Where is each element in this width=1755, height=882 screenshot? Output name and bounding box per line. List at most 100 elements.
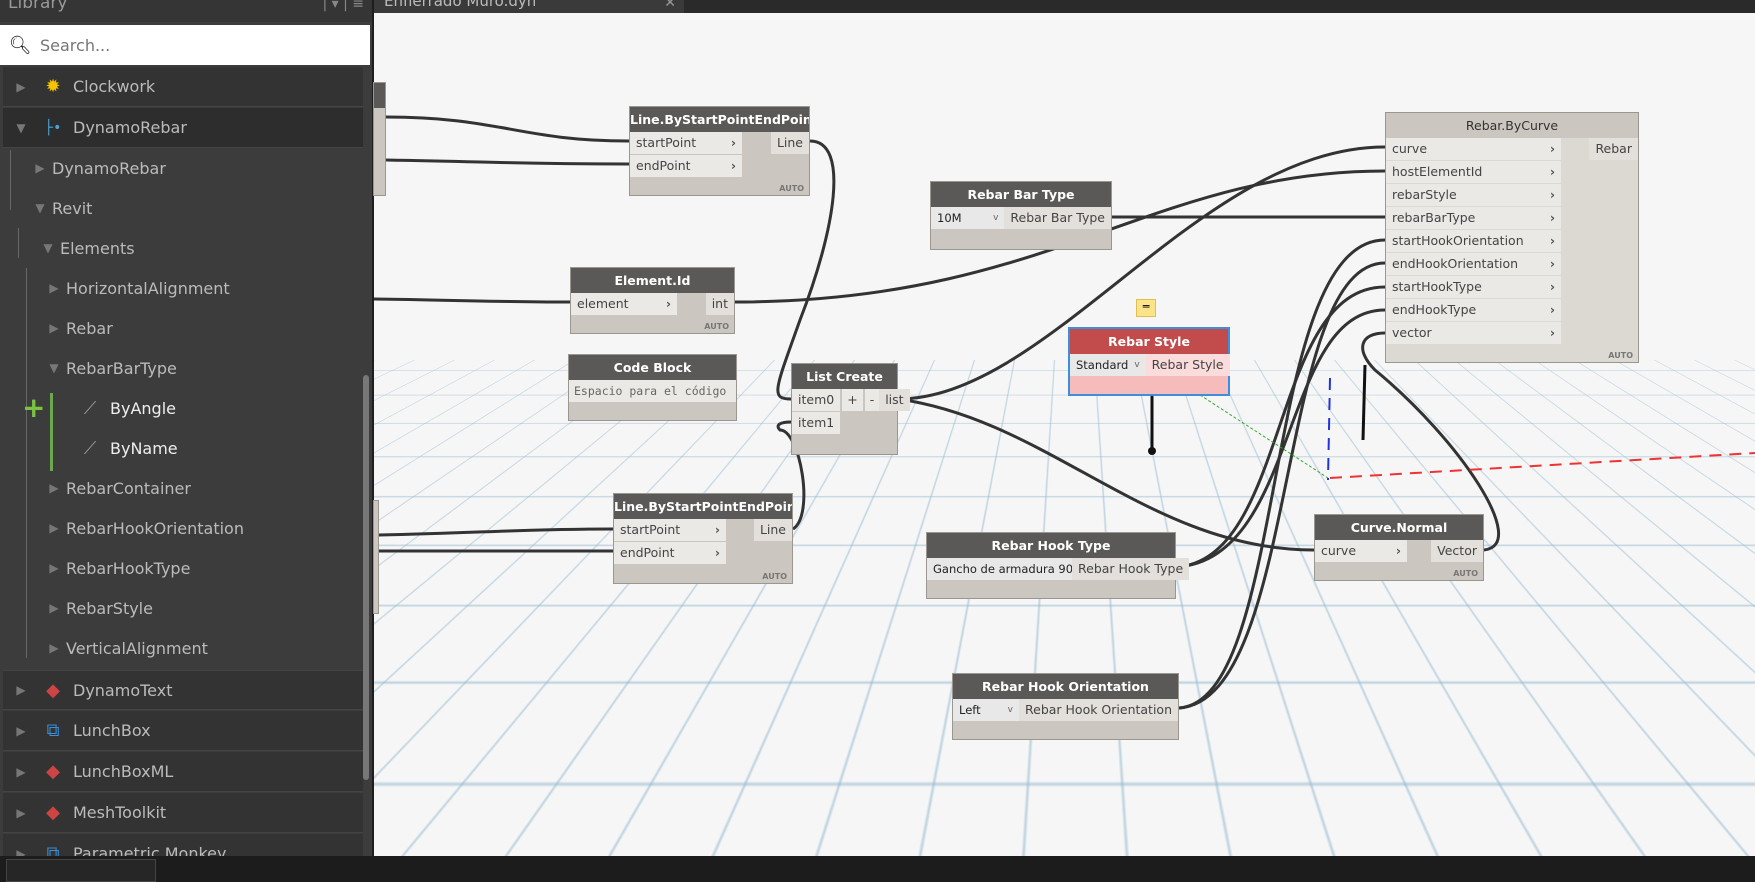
input-port-item1[interactable]: item1 xyxy=(792,412,841,434)
input-port-endpoint[interactable]: endPoint › xyxy=(614,542,726,564)
library-item-rebarhooktype[interactable]: ▶ RebarHookType xyxy=(0,548,364,588)
library-item-dynamorebar-sub[interactable]: ▶ DynamoRebar xyxy=(0,148,364,188)
library-item-rebarhookorientation[interactable]: ▶ RebarHookOrientation xyxy=(0,508,364,548)
expand-icon[interactable]: ▶ xyxy=(36,521,66,535)
node-rebar-hook-type[interactable]: Rebar Hook Type Gancho de armadura 90v R… xyxy=(926,532,1190,599)
node-title: Curve.Normal xyxy=(1315,515,1483,540)
comment-icon[interactable]: ═ xyxy=(1136,299,1156,317)
input-port-endhookorientation[interactable]: endHookOrientation › xyxy=(1386,253,1561,275)
library-item-byname[interactable]: ⟋ ByName xyxy=(0,428,364,468)
output-port-rebar-style[interactable]: Rebar Style xyxy=(1145,354,1230,376)
expand-icon[interactable]: ▶ xyxy=(36,601,66,615)
library-menu-icon[interactable]: | ▾ | ≡ xyxy=(322,0,364,11)
item-label: Revit xyxy=(52,198,93,218)
expand-icon[interactable]: ▶ xyxy=(3,724,33,738)
input-port-startpoint[interactable]: startPoint › xyxy=(630,132,742,154)
node-curve-normal[interactable]: Curve.Normal curve › Vector AUTO xyxy=(1314,514,1484,581)
collapse-icon[interactable]: ▼ xyxy=(3,121,33,135)
library-item-lunchbox[interactable]: ▶ ⧉ LunchBox xyxy=(3,711,363,751)
input-port-vector[interactable]: vector › xyxy=(1386,322,1561,344)
library-item-horizontalalignment[interactable]: ▶ HorizontalAlignment xyxy=(0,268,364,308)
library-item-dynamorebar[interactable]: ▼ ├• DynamoRebar xyxy=(3,108,363,148)
node-partial[interactable] xyxy=(373,82,386,196)
library-item-parametricmonkey[interactable]: ▶ ⧉ Parametric Monkey xyxy=(3,834,363,856)
expand-icon[interactable]: ▶ xyxy=(36,281,66,295)
node-code-block[interactable]: Code Block Espacio para el código xyxy=(568,354,737,421)
hook-type-dropdown[interactable]: Gancho de armadura 90v xyxy=(927,558,1084,580)
expand-icon[interactable]: ▶ xyxy=(36,561,66,575)
library-item-lunchboxml[interactable]: ▶ ◆ LunchBoxML xyxy=(3,752,363,792)
input-port-endhooktype[interactable]: endHookType › xyxy=(1386,299,1561,321)
library-item-rebarcontainer[interactable]: ▶ RebarContainer xyxy=(0,468,364,508)
output-port-list[interactable]: list xyxy=(879,389,910,411)
input-port-curve[interactable]: curve › xyxy=(1315,540,1407,562)
library-item-revit[interactable]: ▼ Revit xyxy=(0,188,364,228)
collapse-icon[interactable]: ▼ xyxy=(30,241,60,255)
input-port-startpoint[interactable]: startPoint › xyxy=(614,519,726,541)
dropdown-value: Gancho de armadura 90 xyxy=(933,562,1074,576)
node-rebar-bar-type[interactable]: Rebar Bar Type 10M v Rebar Bar Type xyxy=(930,181,1112,250)
library-item-rebarstyle[interactable]: ▶ RebarStyle xyxy=(0,588,364,628)
bar-type-dropdown[interactable]: 10M v xyxy=(931,207,1005,229)
rebar-style-dropdown[interactable]: Standard v xyxy=(1070,354,1146,376)
status-button[interactable] xyxy=(6,859,156,882)
collapse-icon[interactable]: ▼ xyxy=(22,201,52,215)
node-line-by-start-end-2[interactable]: Line.ByStartPointEndPoint startPoint › en… xyxy=(613,493,793,584)
port-label: rebarBarType xyxy=(1392,210,1476,225)
library-item-dynamotext[interactable]: ▶ ◆ DynamoText xyxy=(3,670,363,710)
collapse-icon[interactable]: ▼ xyxy=(36,361,66,375)
output-port-rebar[interactable]: Rebar xyxy=(1589,138,1638,160)
input-port-rebarbartype[interactable]: rebarBarType › xyxy=(1386,207,1561,229)
input-port-hostelementid[interactable]: hostElementId › xyxy=(1386,161,1561,183)
input-port-item0[interactable]: item0 xyxy=(792,389,841,411)
node-rebar-hook-orientation[interactable]: Rebar Hook Orientation Left v Rebar Hook … xyxy=(952,673,1179,740)
item-label: VerticalAlignment xyxy=(66,638,208,658)
output-port-line[interactable]: Line xyxy=(770,132,809,154)
item-label: Elements xyxy=(60,238,135,258)
expand-icon[interactable]: ▶ xyxy=(3,765,33,779)
expand-icon[interactable]: ▶ xyxy=(3,847,33,857)
input-port-endpoint[interactable]: endPoint › xyxy=(630,155,742,177)
input-port-starthooktype[interactable]: startHookType › xyxy=(1386,276,1561,298)
expand-icon[interactable]: ▶ xyxy=(3,683,33,697)
output-port-int[interactable]: int xyxy=(705,293,734,315)
node-title: Rebar.ByCurve xyxy=(1386,113,1638,138)
node-element-id[interactable]: Element.Id element › int AUTO xyxy=(570,267,735,334)
library-scrollbar[interactable] xyxy=(363,375,369,780)
node-line-by-start-end-1[interactable]: Line.ByStartPointEndPoint startPoint › en… xyxy=(629,106,810,196)
code-input[interactable]: Espacio para el código xyxy=(569,380,736,402)
library-item-verticalalignment[interactable]: ▶ VerticalAlignment xyxy=(0,628,364,668)
search-input[interactable] xyxy=(40,35,340,55)
hook-orientation-dropdown[interactable]: Left v xyxy=(953,699,1019,721)
expand-icon[interactable]: ▶ xyxy=(36,321,66,335)
expand-icon[interactable]: ▶ xyxy=(36,481,66,495)
input-port-starthookorientation[interactable]: startHookOrientation › xyxy=(1386,230,1561,252)
expand-icon[interactable]: ▶ xyxy=(22,161,52,175)
node-list-create[interactable]: List Create item0 + - item1 list xyxy=(791,363,910,455)
node-rebar-style[interactable]: Rebar Style Standard v Rebar Style xyxy=(1068,327,1230,396)
output-port-rebar-hook-orientation[interactable]: Rebar Hook Orientation xyxy=(1019,699,1178,721)
library-item-rebar[interactable]: ▶ Rebar xyxy=(0,308,364,348)
search-box[interactable]: 🔍︎ xyxy=(0,25,370,65)
library-item-byangle[interactable]: ⟋ ByAngle xyxy=(0,388,364,428)
rebar-method-icon: ⟋ xyxy=(83,397,97,419)
input-port-element[interactable]: element › xyxy=(571,293,677,315)
remove-input-button[interactable]: - xyxy=(864,389,880,411)
library-item-elements[interactable]: ▼ Elements xyxy=(0,228,364,268)
node-partial[interactable] xyxy=(373,500,379,614)
library-item-rebarbartype[interactable]: ▼ RebarBarType xyxy=(0,348,364,388)
expand-icon[interactable]: ▶ xyxy=(36,641,66,655)
output-port-vector[interactable]: Vector xyxy=(1431,540,1483,562)
library-item-meshtoolkit[interactable]: ▶ ◆ MeshToolkit xyxy=(3,793,363,833)
library-item-clockwork[interactable]: ▶ ✹ Clockwork xyxy=(3,67,363,107)
expand-icon[interactable]: ▶ xyxy=(3,80,33,94)
chevron-right-icon: › xyxy=(1549,325,1555,340)
add-input-button[interactable]: + xyxy=(842,389,863,411)
output-port-rebar-bar-type[interactable]: Rebar Bar Type xyxy=(1004,207,1111,229)
input-port-rebarstyle[interactable]: rebarStyle › xyxy=(1386,184,1561,206)
expand-icon[interactable]: ▶ xyxy=(3,806,33,820)
node-rebar-by-curve[interactable]: Rebar.ByCurve curve › hostElementId › rebarS… xyxy=(1385,112,1639,363)
input-port-curve[interactable]: curve › xyxy=(1386,138,1561,160)
output-port-line[interactable]: Line xyxy=(753,519,792,541)
output-port-rebar-hook-type[interactable]: Rebar Hook Type xyxy=(1072,558,1190,580)
